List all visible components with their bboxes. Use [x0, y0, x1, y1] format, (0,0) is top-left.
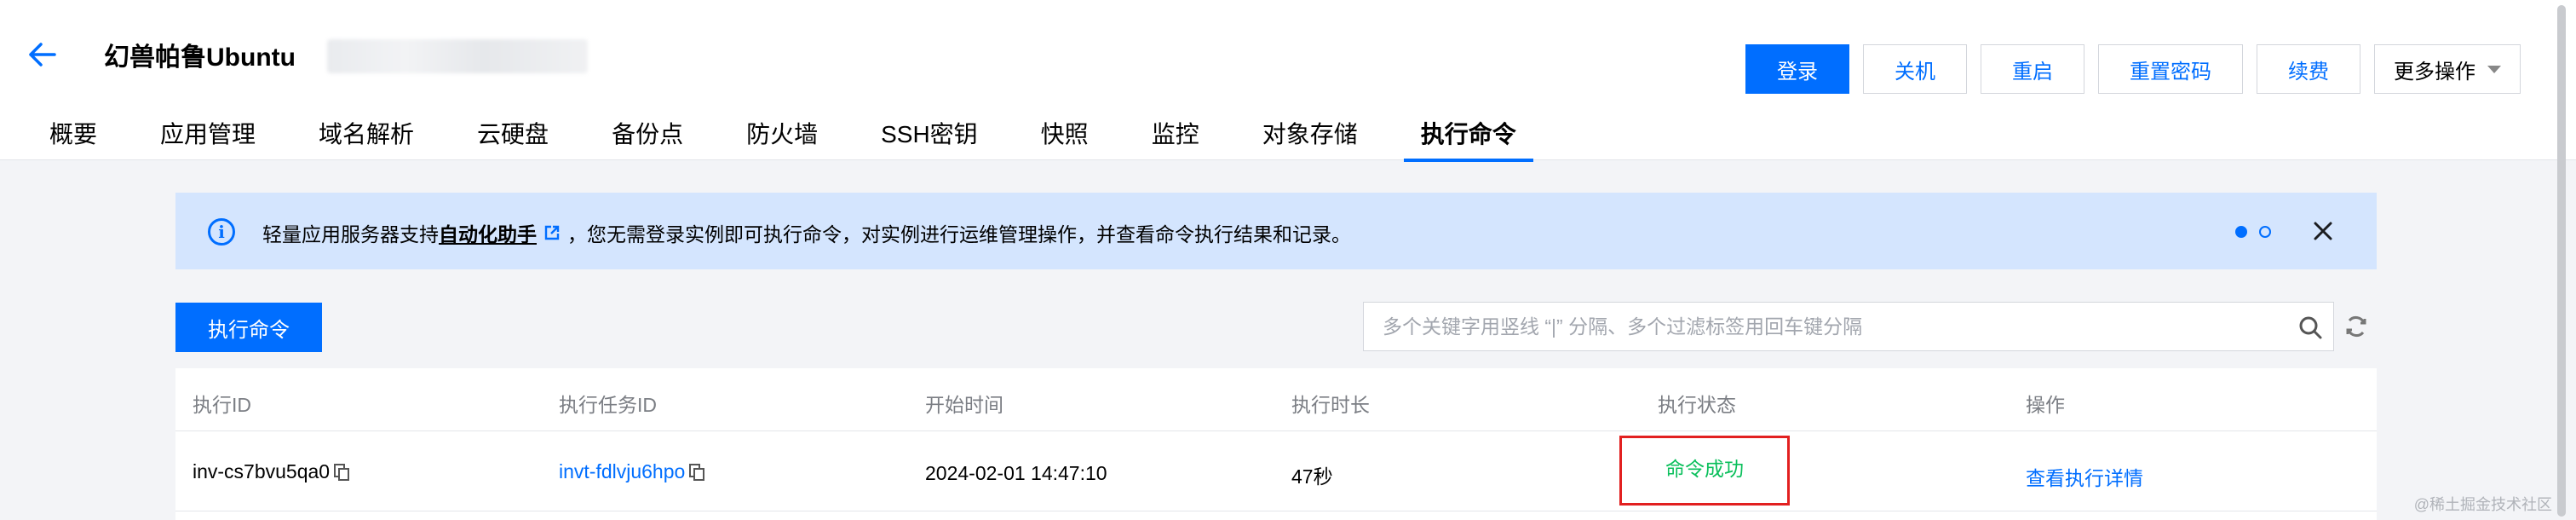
execute-command-button[interactable]: 执行命令: [175, 303, 322, 352]
tab-monitoring[interactable]: 监控: [1152, 116, 1199, 160]
task-id-cell: invt-fdlvju6hpo: [559, 460, 705, 483]
scrollbar[interactable]: [2556, 0, 2567, 520]
info-banner: i 轻量应用服务器支持 自动化助手 ，您无需登录实例即可执行命令，对实例进行运维…: [175, 193, 2377, 269]
view-details-link[interactable]: 查看执行详情: [2026, 462, 2143, 491]
pager-dot-active[interactable]: [2235, 226, 2247, 238]
tab-cloud-disk[interactable]: 云硬盘: [477, 116, 549, 160]
column-header-duration: 执行时长: [1291, 394, 1370, 416]
search-input[interactable]: [1383, 315, 2286, 338]
banner-text: 轻量应用服务器支持 自动化助手 ，您无需登录实例即可执行命令，对实例进行运维管理…: [262, 218, 1351, 247]
info-icon: i: [208, 218, 235, 246]
instance-id-redacted: [327, 39, 588, 73]
page-title: 幻兽帕鲁Ubuntu: [104, 43, 296, 72]
tab-app-management[interactable]: 应用管理: [160, 116, 256, 160]
banner-pager: [2235, 226, 2271, 238]
tab-firewall[interactable]: 防火墙: [746, 116, 818, 160]
column-header-actions: 操作: [2026, 394, 2065, 416]
shutdown-button[interactable]: 关机: [1863, 44, 1967, 94]
table-header: 执行ID 执行任务ID 开始时间 执行时长 执行状态 操作: [175, 368, 2377, 431]
pager-dot[interactable]: [2259, 226, 2271, 238]
search-icon[interactable]: [2297, 315, 2323, 340]
restart-button[interactable]: 重启: [1981, 44, 2084, 94]
exec-id-value: inv-cs7bvu5qa0: [193, 460, 331, 482]
more-actions-dropdown[interactable]: 更多操作: [2374, 44, 2521, 94]
tab-overview[interactable]: 概要: [49, 116, 97, 160]
column-header-start-time: 开始时间: [925, 394, 1003, 416]
login-button[interactable]: 登录: [1745, 44, 1849, 94]
tab-object-storage[interactable]: 对象存储: [1262, 116, 1358, 160]
watermark: @稀土掘金技术社区: [2413, 496, 2552, 513]
status-badge: 命令成功: [1619, 436, 1790, 506]
refresh-icon[interactable]: [2343, 313, 2370, 340]
copy-icon[interactable]: [333, 463, 350, 482]
header-actions: 登录 关机 重启 重置密码 续费 更多操作: [1745, 44, 2521, 94]
tab-domain-resolution[interactable]: 域名解析: [319, 116, 414, 160]
start-time-cell: 2024-02-01 14:47:10: [925, 462, 1107, 484]
column-header-task-id: 执行任务ID: [559, 394, 657, 416]
copy-icon[interactable]: [688, 463, 705, 482]
reset-password-button[interactable]: 重置密码: [2098, 44, 2243, 94]
external-link-icon[interactable]: [543, 224, 561, 241]
search-box: [1363, 302, 2334, 351]
tab-snapshots[interactable]: 快照: [1041, 116, 1089, 160]
renew-button[interactable]: 续费: [2257, 44, 2360, 94]
tab-backup-points[interactable]: 备份点: [612, 116, 683, 160]
banner-text-before: 轻量应用服务器支持: [262, 223, 439, 246]
tab-execute-command[interactable]: 执行命令: [1403, 116, 1533, 162]
banner-text-after: ，您无需登录实例即可执行命令，对实例进行运维管理操作，并查看命令执行结果和记录。: [567, 223, 1351, 246]
caret-down-icon: [2487, 65, 2501, 73]
column-header-exec-id: 执行ID: [193, 394, 251, 416]
column-header-status: 执行状态: [1658, 394, 1736, 416]
scrollbar-thumb[interactable]: [2557, 5, 2566, 517]
task-id-link[interactable]: invt-fdlvju6hpo: [559, 460, 685, 483]
duration-cell: 47秒: [1291, 465, 1333, 488]
exec-id-cell: inv-cs7bvu5qa0: [193, 460, 350, 483]
page-header: 幻兽帕鲁Ubuntu 登录 关机 重启 重置密码 续费 更多操作 概要 应用管理…: [0, 0, 2576, 162]
more-actions-label: 更多操作: [2394, 60, 2475, 84]
back-arrow-icon[interactable]: [26, 38, 60, 72]
tab-bar: 概要 应用管理 域名解析 云硬盘 备份点 防火墙 SSH密钥 快照 监控 对象存…: [49, 116, 1579, 162]
close-icon[interactable]: [2310, 218, 2336, 244]
tab-ssh-keys[interactable]: SSH密钥: [881, 116, 978, 160]
table-row: inv-cs7bvu5qa0 invt-fdlvju6hpo 2024-02-0…: [175, 431, 2377, 511]
automation-assistant-link[interactable]: 自动化助手: [439, 218, 537, 247]
execution-table: 执行ID 执行任务ID 开始时间 执行时长 执行状态 操作 inv-cs7bvu…: [175, 368, 2377, 520]
